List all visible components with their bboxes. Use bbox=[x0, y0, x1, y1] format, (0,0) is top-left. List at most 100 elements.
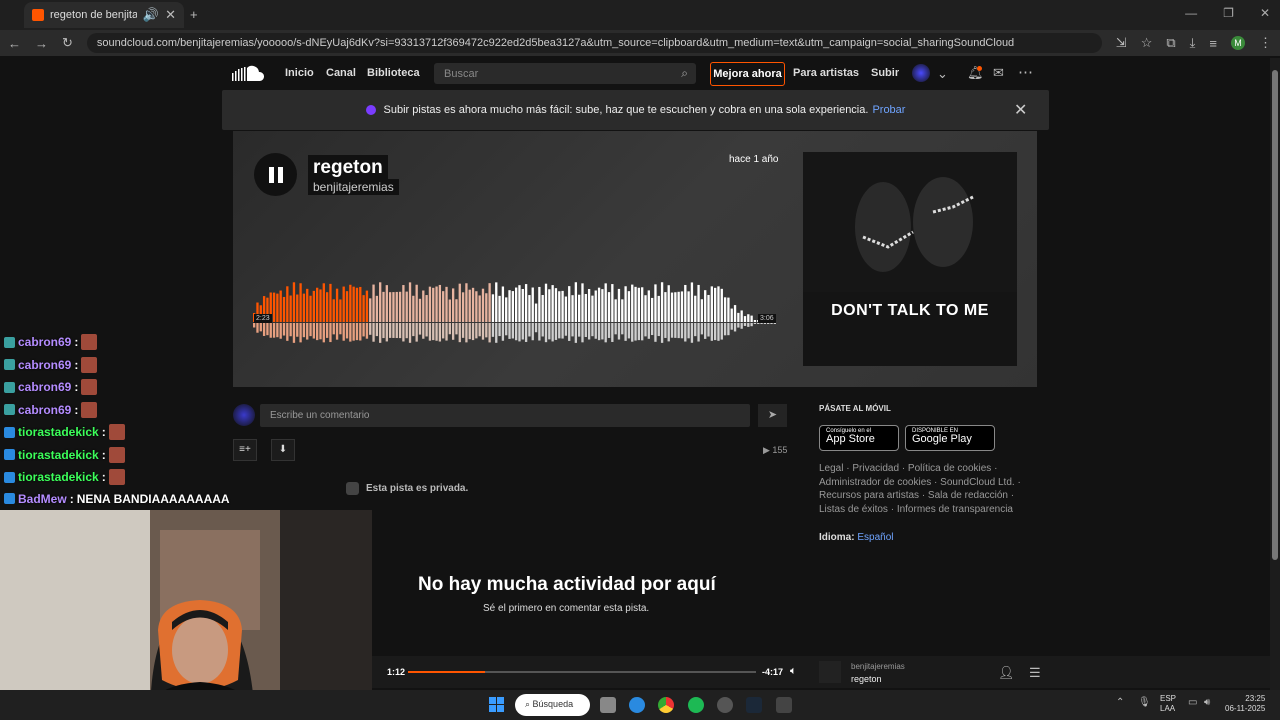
waveform-bar bbox=[435, 286, 438, 322]
waveform[interactable] bbox=[253, 282, 777, 344]
waveform-reflection-bar bbox=[505, 323, 508, 336]
user-avatar[interactable] bbox=[912, 64, 930, 82]
waveform-bar bbox=[717, 286, 720, 322]
download-button[interactable]: ⬇ bbox=[271, 439, 295, 461]
edge-icon[interactable] bbox=[629, 697, 645, 713]
nav-biblioteca[interactable]: Biblioteca bbox=[367, 67, 420, 79]
waveform-bar bbox=[617, 288, 621, 322]
waveform-reflection-bar bbox=[379, 323, 382, 343]
download-icon[interactable]: ⤓ bbox=[1190, 35, 1196, 51]
microphone-icon[interactable]: 🎙︎ bbox=[1138, 697, 1151, 708]
waveform-bar bbox=[286, 286, 289, 322]
search-icon[interactable]: ⌕ bbox=[681, 66, 688, 81]
waveform-bar bbox=[342, 286, 345, 322]
nav-canal[interactable]: Canal bbox=[326, 67, 356, 79]
spotify-icon[interactable] bbox=[688, 697, 704, 713]
footer-links[interactable]: Legal · Privacidad · Política de cookies… bbox=[819, 462, 1024, 516]
chevron-down-icon[interactable]: ⌄ bbox=[937, 66, 948, 82]
app-icon[interactable] bbox=[776, 697, 792, 713]
nav-inicio[interactable]: Inicio bbox=[285, 67, 314, 79]
close-tab-icon[interactable]: ✕ bbox=[165, 7, 176, 23]
waveform-reflection-bar bbox=[697, 323, 700, 342]
language-value[interactable]: Español bbox=[857, 532, 893, 543]
browser-tab[interactable]: regeton de benjitajeremias 🔊 ✕ bbox=[24, 2, 184, 28]
waveform-bar bbox=[561, 290, 564, 322]
player-remaining: -4:17 bbox=[762, 667, 784, 677]
waveform-bar bbox=[733, 305, 737, 322]
pause-button[interactable] bbox=[254, 153, 297, 196]
minimize-icon[interactable]: — bbox=[1185, 6, 1197, 20]
artwork-image bbox=[803, 152, 1017, 292]
waveform-reflection-bar bbox=[256, 323, 259, 333]
windows-start-icon[interactable] bbox=[489, 697, 504, 712]
scrollbar-thumb[interactable] bbox=[1272, 70, 1278, 560]
google-play-button[interactable]: DISPONIBLE EN Google Play bbox=[905, 425, 995, 451]
reload-icon[interactable]: ↻ bbox=[62, 35, 73, 51]
forward-icon[interactable]: → bbox=[35, 36, 48, 51]
waveform-bar bbox=[415, 284, 418, 322]
back-icon[interactable]: ← bbox=[8, 36, 21, 51]
steam-icon[interactable] bbox=[746, 697, 762, 713]
task-view-icon[interactable] bbox=[600, 697, 616, 713]
volume-tray-icon[interactable]: 🔊︎ bbox=[1204, 697, 1210, 708]
new-tab-icon[interactable]: + bbox=[190, 7, 198, 22]
chat-badge-icon bbox=[4, 359, 15, 370]
clock-date: 06-11-2025 bbox=[1225, 704, 1266, 713]
waveform-reflection-bar bbox=[405, 323, 408, 339]
comment-input[interactable]: Escribe un comentario bbox=[260, 404, 750, 427]
send-comment-icon[interactable]: ➤ bbox=[758, 404, 787, 427]
upgrade-button[interactable]: Mejora ahora bbox=[710, 62, 785, 86]
nav-subir[interactable]: Subir bbox=[871, 67, 899, 79]
track-artist[interactable]: benjitajeremias bbox=[308, 179, 399, 195]
taskbar-search[interactable]: ⌕ Búsqueda bbox=[515, 694, 590, 716]
install-icon[interactable]: ⇲ bbox=[1116, 35, 1127, 51]
add-to-playlist-button[interactable]: ≡+ bbox=[233, 439, 257, 461]
banner-close-icon[interactable]: ✕ bbox=[1014, 100, 1027, 120]
tray-chevron-icon[interactable]: ⌃ bbox=[1116, 697, 1124, 708]
search-input[interactable]: Buscar ⌕ bbox=[434, 63, 696, 84]
waveform-reflection-bar bbox=[753, 323, 757, 324]
waveform-bar bbox=[385, 285, 388, 322]
speaker-icon[interactable]: 🔊 bbox=[143, 7, 159, 23]
waveform-reflection-bar bbox=[471, 323, 475, 341]
more-options-icon[interactable]: ⋯ bbox=[1018, 63, 1033, 81]
soundcloud-logo-icon[interactable] bbox=[232, 65, 266, 81]
chat-line: cabron69: bbox=[4, 379, 98, 395]
waveform-reflection-bar bbox=[259, 323, 262, 332]
close-window-icon[interactable]: ✕ bbox=[1260, 6, 1270, 20]
url-field[interactable]: soundcloud.com/benjitajeremias/yooooo/s-… bbox=[86, 33, 1102, 53]
window-controls: — ❐ ✕ bbox=[1185, 6, 1270, 20]
messages-icon[interactable]: ✉ bbox=[993, 65, 1004, 81]
waveform-reflection-bar bbox=[647, 323, 650, 339]
chat-line: BadMew: NENA BANDIAAAAAAAAA bbox=[4, 492, 230, 506]
player-title[interactable]: regeton bbox=[851, 674, 882, 684]
extensions-icon[interactable]: ⧉ bbox=[1166, 35, 1175, 51]
bookmark-star-icon[interactable]: ☆ bbox=[1141, 35, 1153, 51]
waveform-reflection-bar bbox=[743, 323, 747, 326]
banner-probar-link[interactable]: Probar bbox=[872, 104, 905, 116]
app-store-button[interactable]: Consíguelo en el App Store bbox=[819, 425, 899, 451]
volume-icon[interactable]: 🔈︎ bbox=[790, 665, 797, 678]
chat-separator: : bbox=[101, 447, 106, 462]
queue-icon[interactable]: ☰ bbox=[1029, 665, 1041, 681]
chrome-icon[interactable] bbox=[658, 697, 674, 713]
media-icon[interactable]: ≡ bbox=[1209, 36, 1217, 51]
waveform-bar bbox=[372, 284, 375, 322]
waveform-bar bbox=[398, 291, 402, 322]
waveform-reflection-bar bbox=[660, 323, 664, 343]
maximize-icon[interactable]: ❐ bbox=[1223, 6, 1234, 20]
nav-para-artistas[interactable]: Para artistas bbox=[793, 67, 859, 79]
waveform-bar bbox=[276, 293, 279, 322]
chat-badge-icon bbox=[4, 404, 15, 415]
waveform-bar bbox=[614, 299, 617, 322]
obs-icon[interactable] bbox=[717, 697, 733, 713]
system-clock[interactable]: 23:25 06-11-2025 bbox=[1225, 694, 1265, 714]
profile-avatar[interactable]: M bbox=[1231, 36, 1245, 50]
follow-user-icon[interactable]: 👤︎ bbox=[998, 665, 1015, 681]
network-icon[interactable]: ▭ bbox=[1188, 697, 1197, 708]
player-artist[interactable]: benjitajeremias bbox=[851, 662, 905, 671]
menu-kebab-icon[interactable]: ⋮ bbox=[1259, 35, 1272, 51]
player-thumbnail[interactable] bbox=[819, 661, 841, 683]
language-selector[interactable]: Idioma: Español bbox=[819, 532, 893, 543]
language-indicator[interactable]: ESP LAA bbox=[1160, 694, 1176, 714]
